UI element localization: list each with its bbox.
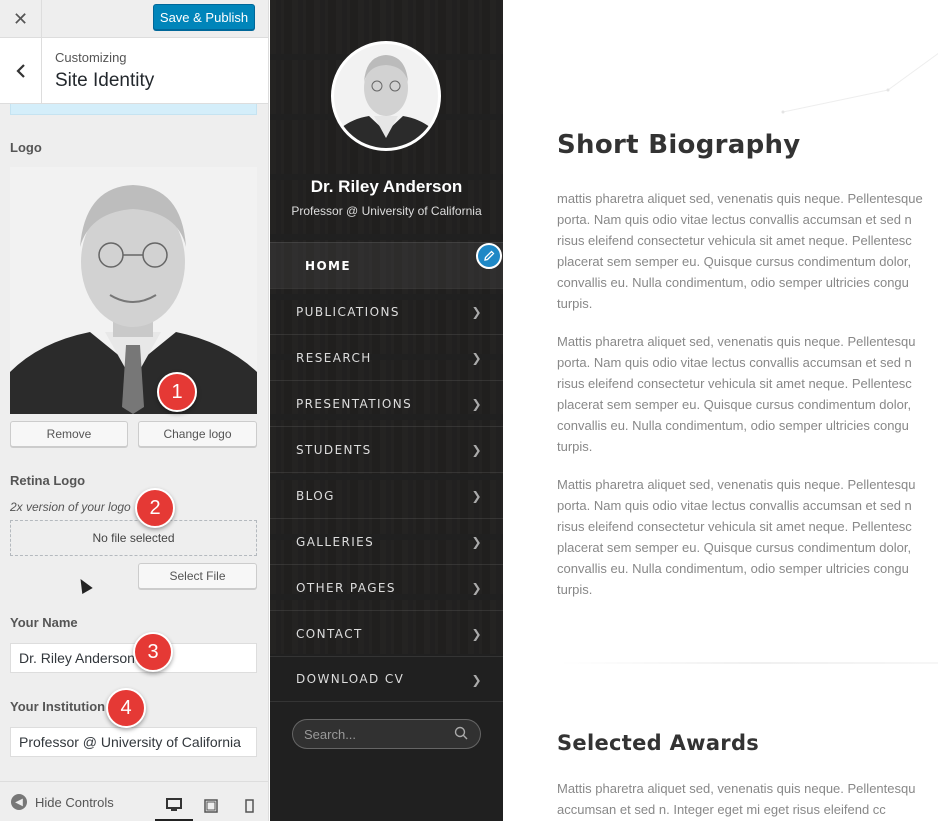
search-icon[interactable]	[454, 726, 468, 740]
hide-controls-button[interactable]: Hide Controls	[35, 795, 114, 810]
chevron-left-icon	[15, 64, 25, 78]
bio-heading: Short Biography	[557, 130, 801, 160]
menu-item-label: DOWNLOAD CV	[296, 672, 405, 686]
awards-paragraph: Mattis pharetra aliquet sed, venenatis q…	[557, 781, 916, 817]
menu-item-research[interactable]: RESEARCH ❯	[270, 334, 503, 380]
no-file-placeholder[interactable]: No file selected	[10, 520, 257, 556]
search-placeholder: Search...	[304, 726, 357, 742]
menu-item-contact[interactable]: CONTACT ❯	[270, 610, 503, 656]
mobile-preview-button[interactable]	[230, 790, 268, 821]
edit-shortcut-button[interactable]	[476, 243, 502, 269]
retina-logo-label: Retina Logo	[10, 473, 86, 488]
logo-label: Logo	[10, 140, 42, 155]
avatar	[331, 41, 441, 151]
awards-heading: Selected Awards	[557, 731, 760, 755]
your-institution-label: Your Institution	[10, 699, 106, 714]
menu-item-label: BLOG	[296, 488, 335, 503]
site-sidebar: Dr. Riley Anderson Professor @ Universit…	[270, 0, 503, 821]
tablet-icon	[204, 799, 218, 813]
sidebar-name: Dr. Riley Anderson	[310, 177, 463, 196]
bio-paragraph-3: Mattis pharetra aliquet sed, venenatis q…	[557, 477, 916, 597]
bio-paragraph-2: Mattis pharetra aliquet sed, venenatis q…	[557, 334, 916, 454]
logo-preview-image[interactable]	[10, 167, 257, 414]
portrait-image	[10, 167, 257, 414]
menu-item-students[interactable]: STUDENTS ❯	[270, 426, 503, 472]
tablet-preview-button[interactable]	[192, 790, 230, 821]
avatar-portrait	[334, 44, 438, 148]
bio-paragraph-1: mattis pharetra aliquet sed, venenatis q…	[557, 191, 923, 311]
close-customizer-button[interactable]: ✕	[0, 0, 42, 38]
menu-item-label: RESEARCH	[296, 350, 372, 365]
menu-item-galleries[interactable]: GALLERIES ❯	[270, 518, 503, 564]
menu-item-home[interactable]: HOME	[270, 242, 503, 288]
desktop-icon	[166, 797, 182, 811]
retina-description: 2x version of your logo	[10, 500, 131, 514]
menu-item-label: OTHER PAGES	[296, 580, 396, 595]
select-file-button[interactable]: Select File	[138, 563, 257, 589]
step-badge-1: 1	[157, 372, 197, 412]
step-badge-4: 4	[106, 688, 146, 728]
customizer-footer: ◀ Hide Controls	[0, 781, 268, 821]
chevron-right-icon: ❯	[471, 351, 483, 365]
step-badge-3: 3	[133, 632, 173, 672]
notice-strip	[10, 104, 257, 115]
save-publish-button[interactable]: Save & Publish	[153, 4, 255, 30]
menu-item-label: HOME	[305, 258, 351, 273]
chevron-right-icon: ❯	[471, 443, 483, 457]
main-content: Short Biography mattis pharetra aliquet …	[503, 0, 938, 821]
change-logo-button[interactable]: Change logo	[138, 421, 257, 447]
decorative-lines	[781, 53, 938, 114]
menu-item-label: PRESENTATIONS	[296, 396, 413, 411]
chevron-right-icon: ❯	[471, 673, 483, 687]
mouse-cursor-icon	[75, 575, 93, 595]
menu-item-blog[interactable]: BLOG ❯	[270, 472, 503, 518]
chevron-right-icon: ❯	[471, 535, 483, 549]
step-badge-2: 2	[135, 488, 175, 528]
menu-item-presentations[interactable]: PRESENTATIONS ❯	[270, 380, 503, 426]
your-name-label: Your Name	[10, 615, 78, 630]
customizing-subtitle: Customizing	[55, 50, 127, 65]
customizer-topbar: ✕ Save & Publish	[0, 0, 268, 38]
menu-item-label: PUBLICATIONS	[296, 304, 400, 319]
menu-item-publications[interactable]: PUBLICATIONS ❯	[270, 288, 503, 334]
menu-item-other-pages[interactable]: OTHER PAGES ❯	[270, 564, 503, 610]
institution-input[interactable]: Professor @ University of California	[10, 727, 257, 757]
chevron-right-icon: ❯	[471, 627, 483, 641]
chevron-right-icon: ❯	[471, 489, 483, 503]
desktop-preview-button[interactable]	[155, 790, 193, 821]
mobile-icon	[244, 799, 254, 813]
customizer-panel: ✕ Save & Publish Customizing Site Identi…	[0, 0, 269, 821]
pencil-icon	[484, 250, 495, 261]
section-title: Site Identity	[55, 70, 155, 91]
remove-logo-button[interactable]: Remove	[10, 421, 128, 447]
menu-item-label: GALLERIES	[296, 534, 375, 549]
menu-item-download-cv[interactable]: DOWNLOAD CV ❯	[270, 656, 503, 702]
close-icon: ✕	[12, 8, 29, 30]
sidebar-subtitle: Professor @ University of California	[291, 204, 482, 218]
back-button[interactable]	[0, 38, 42, 104]
menu-item-label: STUDENTS	[296, 442, 372, 457]
section-header: Customizing Site Identity	[0, 38, 268, 104]
sidebar-search-input[interactable]: Search...	[292, 719, 481, 749]
menu-item-label: CONTACT	[296, 626, 363, 641]
section-divider	[557, 662, 938, 664]
sidebar-menu: HOME PUBLICATIONS ❯ RESEARCH ❯ PRESENTATIO…	[270, 242, 503, 702]
chevron-right-icon: ❯	[471, 581, 483, 595]
chevron-right-icon: ❯	[471, 305, 483, 319]
chevron-right-icon: ❯	[471, 397, 483, 411]
hide-controls-icon[interactable]: ◀	[11, 794, 27, 810]
